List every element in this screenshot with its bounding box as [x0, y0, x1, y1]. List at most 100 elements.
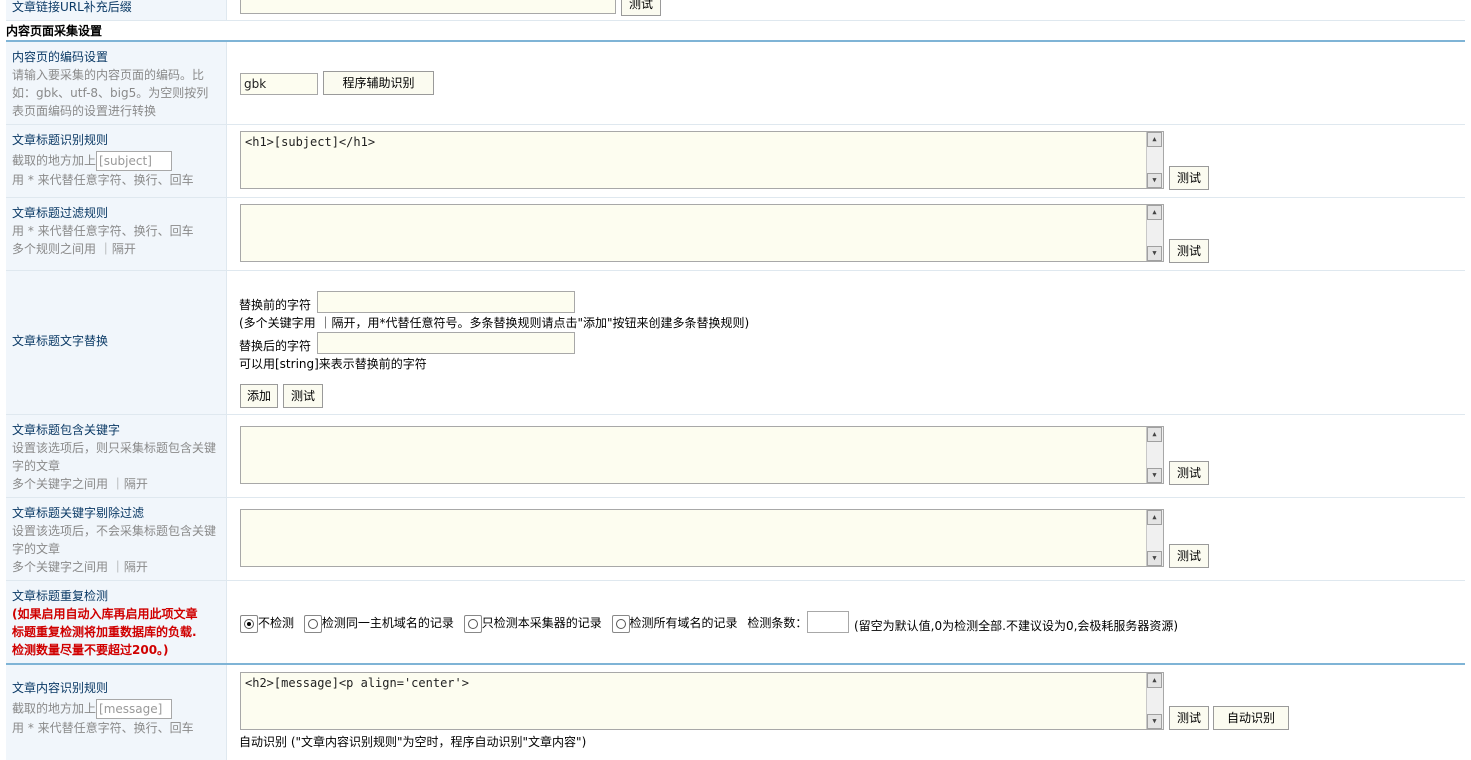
title-filter-controls: ▲ ▼ 测试 — [234, 198, 1465, 270]
radio-all-domains-label: 检测所有域名的记录 — [629, 616, 738, 630]
title-rule-test-button[interactable]: 测试 — [1169, 166, 1209, 190]
title-rule-textarea[interactable]: <h1>[subject]</h1> ▲ ▼ — [240, 131, 1164, 189]
radio-no-check-label: 不检测 — [258, 616, 295, 630]
radio-all-domains[interactable] — [611, 614, 630, 633]
title-rule-prefix-text: 截取的地方加上 — [12, 153, 97, 168]
title-exclude-desc-3: 多个关键字之间用 ｜隔开 — [12, 560, 148, 574]
replace-test-button[interactable]: 测试 — [283, 384, 323, 408]
radio-this-collector[interactable] — [463, 614, 482, 633]
content-rule-footer: 自动识别 ("文章内容识别规则"为空时，程序自动识别"文章内容") — [239, 735, 587, 749]
title-include-row: 文章标题包含关键字 设置该选项后，则只采集标题包含关键 字的文章 多个关键字之间… — [6, 415, 1465, 498]
replace-before-input[interactable] — [317, 291, 575, 313]
title-exclude-label-cell: 文章标题关键字剔除过滤 设置该选项后，不会采集标题包含关键 字的文章 多个关键字… — [6, 498, 227, 580]
encoding-desc-3: 表页面编码的设置进行转换 — [12, 104, 157, 118]
replace-after-label: 替换后的字符 — [239, 339, 312, 353]
title-filter-scrollbar[interactable]: ▲ ▼ — [1146, 205, 1163, 261]
title-exclude-title: 文章标题关键字剔除过滤 — [12, 506, 145, 520]
content-rule-prefix-text: 截取的地方加上 — [12, 701, 97, 716]
title-exclude-row: 文章标题关键字剔除过滤 设置该选项后，不会采集标题包含关键 字的文章 多个关键字… — [6, 498, 1465, 581]
encoding-desc-1: 请输入要采集的内容页面的编码。比 — [12, 68, 205, 82]
section-title: 内容页面采集设置 — [6, 24, 103, 38]
title-exclude-textarea[interactable]: ▲ ▼ — [240, 509, 1164, 567]
url-suffix-label: 文章链接URL补充后缀 — [12, 0, 132, 14]
title-include-textarea[interactable]: ▲ ▼ — [240, 426, 1164, 484]
url-suffix-label-cell: 文章链接URL补充后缀 — [6, 0, 227, 20]
encoding-controls: gbk 程序辅助识别 — [234, 42, 1465, 124]
dup-check-warning-1: (如果启用自动入库再启用此项文章 — [12, 607, 198, 621]
dup-check-warning-3: 检测数量尽量不要超过200。) — [12, 643, 169, 657]
title-filter-desc-2: 多个规则之间用 ｜隔开 — [12, 242, 136, 256]
title-exclude-test-button[interactable]: 测试 — [1169, 544, 1209, 568]
dup-check-title: 文章标题重复检测 — [12, 589, 109, 603]
title-filter-test-button[interactable]: 测试 — [1169, 239, 1209, 263]
url-suffix-input[interactable] — [240, 0, 616, 14]
title-filter-label-cell: 文章标题过滤规则 用 * 来代替任意字符、换行、回车 多个规则之间用 ｜隔开 — [6, 198, 227, 270]
title-rule-label-cell: 文章标题识别规则 截取的地方加上 [subject] 用 * 来代替任意字符、换行… — [6, 125, 227, 197]
content-rule-desc: 用 * 来代替任意字符、换行、回车 — [12, 721, 194, 735]
title-rule-tag-input[interactable]: [subject] — [96, 151, 173, 171]
url-suffix-controls: 测试 — [234, 0, 1465, 20]
dup-check-warning-2: 标题重复检测将加重数据库的负载. — [12, 625, 197, 639]
scroll-up-icon[interactable]: ▲ — [1147, 510, 1162, 525]
replace-add-button[interactable]: 添加 — [240, 384, 278, 408]
content-rule-tag-input[interactable]: [message] — [96, 699, 173, 719]
encoding-row: 内容页的编码设置 请输入要采集的内容页面的编码。比 如：gbk、utf-8、bi… — [6, 42, 1465, 125]
title-replace-row: 文章标题文字替换 替换前的字符 (多个关键字用 ｜隔开，用*代替任意符号。多条替… — [6, 271, 1465, 415]
title-include-title: 文章标题包含关键字 — [12, 423, 121, 437]
title-exclude-desc-1: 设置该选项后，不会采集标题包含关键 — [12, 524, 217, 538]
dup-count-input[interactable] — [807, 611, 849, 633]
title-replace-controls: 替换前的字符 (多个关键字用 ｜隔开，用*代替任意符号。多条替换规则请点击"添加… — [234, 271, 1465, 414]
title-exclude-scrollbar[interactable]: ▲ ▼ — [1146, 510, 1163, 566]
encoding-title: 内容页的编码设置 — [12, 50, 109, 64]
title-filter-row: 文章标题过滤规则 用 * 来代替任意字符、换行、回车 多个规则之间用 ｜隔开 ▲… — [6, 198, 1465, 271]
encoding-input[interactable]: gbk — [240, 73, 318, 95]
scroll-down-icon[interactable]: ▼ — [1147, 714, 1162, 729]
content-rule-title: 文章内容识别规则 — [12, 681, 109, 695]
dup-count-label: 检测条数： — [747, 616, 808, 630]
title-exclude-controls: ▲ ▼ 测试 — [234, 498, 1465, 580]
dup-check-options: 不检测 检测同一主机域名的记录 只检测本采集器的记录 检测所有域名的记录 检测条… — [240, 614, 807, 633]
title-include-test-button[interactable]: 测试 — [1169, 461, 1209, 485]
radio-no-check[interactable] — [240, 614, 258, 633]
encoding-label-cell: 内容页的编码设置 请输入要采集的内容页面的编码。比 如：gbk、utf-8、bi… — [6, 42, 227, 124]
dup-check-controls: 不检测 检测同一主机域名的记录 只检测本采集器的记录 检测所有域名的记录 检测条… — [234, 581, 1465, 663]
radio-this-collector-label: 只检测本采集器的记录 — [481, 616, 602, 630]
radio-same-host[interactable] — [303, 614, 322, 633]
content-rule-controls: <h2>[message]<p align='center'> ▲ ▼ 测试 自动… — [234, 665, 1465, 760]
scroll-down-icon[interactable]: ▼ — [1147, 173, 1162, 188]
replace-after-input[interactable] — [317, 332, 575, 354]
scroll-down-icon[interactable]: ▼ — [1147, 468, 1162, 483]
scroll-up-icon[interactable]: ▲ — [1147, 132, 1162, 147]
title-include-label-cell: 文章标题包含关键字 设置该选项后，则只采集标题包含关键 字的文章 多个关键字之间… — [6, 415, 227, 497]
replace-before-label: 替换前的字符 — [239, 298, 312, 312]
encoding-desc-2: 如：gbk、utf-8、big5。为空则按列 — [12, 86, 209, 100]
url-suffix-test-button[interactable]: 测试 — [621, 0, 661, 16]
url-suffix-row: 文章链接URL补充后缀 测试 — [6, 0, 1465, 21]
title-rule-scrollbar[interactable]: ▲ ▼ — [1146, 132, 1163, 188]
title-include-scrollbar[interactable]: ▲ ▼ — [1146, 427, 1163, 483]
replace-after-hint: 可以用[string]来表示替换前的字符 — [239, 357, 427, 371]
content-rule-textarea[interactable]: <h2>[message]<p align='center'> ▲ ▼ — [240, 672, 1164, 730]
scroll-up-icon[interactable]: ▲ — [1147, 427, 1162, 442]
title-replace-title: 文章标题文字替换 — [12, 334, 109, 348]
title-rule-value: <h1>[subject]</h1> — [245, 135, 376, 149]
content-rule-scrollbar[interactable]: ▲ ▼ — [1146, 673, 1163, 729]
content-rule-value: <h2>[message]<p align='center'> — [245, 676, 469, 690]
encoding-detect-button[interactable]: 程序辅助识别 — [323, 71, 434, 95]
content-rule-row: 文章内容识别规则 截取的地方加上 [message] 用 * 来代替任意字符、换行… — [6, 665, 1465, 760]
title-include-desc-3: 多个关键字之间用 ｜隔开 — [12, 477, 148, 491]
dup-check-row: 文章标题重复检测 (如果启用自动入库再启用此项文章 标题重复检测将加重数据库的负… — [6, 581, 1465, 664]
scroll-down-icon[interactable]: ▼ — [1147, 551, 1162, 566]
replace-before-hint: (多个关键字用 ｜隔开，用*代替任意符号。多条替换规则请点击"添加"按钮来创建多… — [239, 316, 750, 330]
dup-check-note: (留空为默认值,0为检测全部.不建议设为0,会极耗服务器资源) — [854, 619, 1179, 633]
scroll-down-icon[interactable]: ▼ — [1147, 246, 1162, 261]
title-filter-textarea[interactable]: ▲ ▼ — [240, 204, 1164, 262]
content-rule-auto-button[interactable]: 自动识别 — [1213, 706, 1289, 730]
title-rule-controls: <h1>[subject]</h1> ▲ ▼ 测试 — [234, 125, 1465, 197]
scroll-up-icon[interactable]: ▲ — [1147, 673, 1162, 688]
title-rule-row: 文章标题识别规则 截取的地方加上 [subject] 用 * 来代替任意字符、换行… — [6, 125, 1465, 198]
content-rule-label-cell: 文章内容识别规则 截取的地方加上 [message] 用 * 来代替任意字符、换行… — [6, 665, 227, 760]
content-rule-test-button[interactable]: 测试 — [1169, 706, 1209, 730]
title-rule-desc: 用 * 来代替任意字符、换行、回车 — [12, 173, 194, 187]
scroll-up-icon[interactable]: ▲ — [1147, 205, 1162, 220]
